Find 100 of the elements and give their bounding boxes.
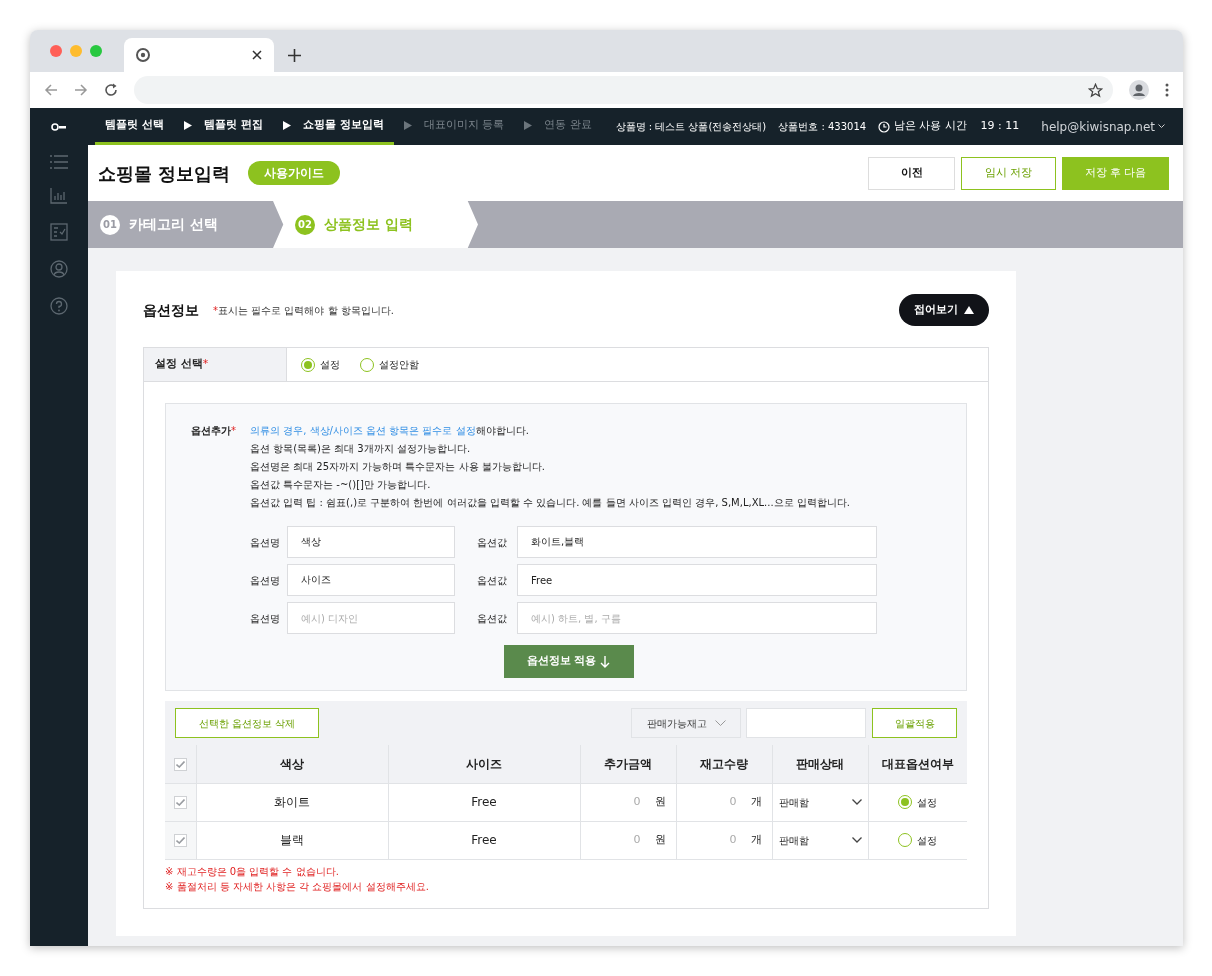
input-field[interactable]: 사이즈 xyxy=(287,564,455,596)
unit-label: 개 xyxy=(750,831,762,848)
checkbox[interactable] xyxy=(173,834,187,847)
table-cell: 블랙 xyxy=(196,821,388,859)
chevron-down-icon xyxy=(851,799,862,805)
radio-button[interactable] xyxy=(898,795,913,809)
checkbox[interactable] xyxy=(173,757,187,771)
bar-chart-icon[interactable] xyxy=(50,188,68,204)
user-circle-icon[interactable] xyxy=(50,260,68,278)
header-button[interactable]: 임시 저장 xyxy=(961,156,1056,190)
globe-icon xyxy=(136,48,150,62)
bulk-input-field[interactable] xyxy=(746,708,866,738)
chevron-down-icon xyxy=(851,837,862,843)
apply-option-button[interactable]: 옵션정보 적용 xyxy=(503,645,634,678)
number-value[interactable]: 0 xyxy=(633,831,641,849)
warning-note: ※ 재고수량은 0을 입력할 수 없습니다. xyxy=(165,864,340,879)
back-icon[interactable] xyxy=(44,83,58,97)
field-label: 옵션값 xyxy=(477,573,508,588)
bulk-apply-button[interactable]: 일괄적용 xyxy=(872,708,957,738)
required-mark: * xyxy=(231,425,236,436)
radio-label: 설정 xyxy=(917,833,938,848)
section-title: 옵션정보 xyxy=(143,300,199,320)
more-icon[interactable] xyxy=(1165,83,1169,97)
triangle-up-icon xyxy=(964,306,974,314)
guide-text: 옵션명은 최대 25자까지 가능하며 특수문자는 사용 불가능합니다. xyxy=(250,460,546,474)
radio-label: 설정안함 xyxy=(379,358,419,372)
close-icon[interactable] xyxy=(252,50,262,60)
input-field[interactable]: 예시) 디자인 xyxy=(287,602,455,634)
unit-label: 원 xyxy=(654,831,666,848)
guide-button[interactable]: 사용가이드 xyxy=(248,161,341,185)
guide-text: 옵션 항목(목록)은 최대 3개까지 설정가능합니다. xyxy=(250,442,472,456)
key-logo-icon xyxy=(51,122,67,131)
column-header: 추가금액 xyxy=(580,745,676,783)
column-header: 색상 xyxy=(196,745,388,783)
checklist-icon[interactable] xyxy=(50,223,68,241)
timer-label: 남은 사용 시간 xyxy=(893,118,967,135)
arrow-down-icon xyxy=(600,655,611,668)
table-cell: Free xyxy=(388,821,580,859)
progress-step: 템플릿 선택 xyxy=(105,116,164,134)
chevron-down-icon xyxy=(714,719,726,727)
column-header: 재고수량 xyxy=(676,745,772,783)
number-value[interactable]: 0 xyxy=(729,831,737,849)
checkbox[interactable] xyxy=(173,796,187,809)
progress-step: 연동 완료 xyxy=(544,116,592,134)
star-icon[interactable] xyxy=(1088,82,1103,98)
unit-label: 개 xyxy=(750,793,762,810)
profile-icon[interactable] xyxy=(1129,80,1149,100)
guide-text: 옵션값 입력 팁 : 쉼표(,)로 구분하여 한번에 여러값을 입력할 수 있습니다. 예를 들면 사이즈 입력인 경우, S,M,L,XL...으로 입력합니다. xyxy=(250,496,850,510)
column-header: 대표옵션여부 xyxy=(868,745,967,783)
input-field[interactable]: 색상 xyxy=(287,526,455,558)
radio-button[interactable] xyxy=(301,357,315,372)
maximize-window-icon[interactable] xyxy=(90,45,102,57)
radio-button[interactable] xyxy=(898,833,913,847)
list-icon[interactable] xyxy=(50,155,68,169)
header-button[interactable]: 이전 xyxy=(868,156,955,190)
highlight-text: 의류의 경우, 색상/사이즈 옵션 항목은 필수로 설정 xyxy=(250,424,476,438)
field-label: 옵션값 xyxy=(477,535,508,550)
column-header: 판매상태 xyxy=(772,745,868,783)
input-field[interactable]: Free xyxy=(517,564,877,596)
input-field[interactable]: 예시) 하트, 별, 구름 xyxy=(517,602,877,634)
status-dropdown[interactable]: 판매함 xyxy=(776,794,864,810)
input-field[interactable]: 화이트,블랙 xyxy=(517,526,877,558)
clock-icon xyxy=(877,120,890,133)
guide-text: 옵션값 특수문자는 -~()[]만 가능합니다. xyxy=(250,478,432,492)
progress-step: 대표이미지 등록 xyxy=(423,116,505,134)
collapse-button[interactable]: 접어보기 xyxy=(899,294,989,326)
field-label: 옵션명 xyxy=(250,535,281,550)
guide-text: 해야합니다. xyxy=(475,424,529,438)
radio-button[interactable] xyxy=(360,357,374,372)
delete-selected-button[interactable]: 선택한 옵션정보 삭제 xyxy=(175,708,320,738)
reload-icon[interactable] xyxy=(104,83,118,97)
field-label: 옵션값 xyxy=(477,611,508,626)
field-label: 옵션명 xyxy=(250,611,281,626)
chevron-down-icon xyxy=(1158,124,1165,129)
number-value[interactable]: 0 xyxy=(633,793,641,811)
close-window-icon[interactable] xyxy=(50,45,62,57)
product-number: 상품번호 : 433014 xyxy=(778,120,867,134)
column-header: 사이즈 xyxy=(388,745,580,783)
play-icon xyxy=(403,120,412,130)
radio-label: 설정 xyxy=(917,795,938,810)
product-name: 상품명 : 테스트 상품(전송전상태) xyxy=(615,120,767,134)
stock-dropdown[interactable]: 판매가능재고 xyxy=(631,708,741,738)
forward-icon[interactable] xyxy=(74,83,88,97)
help-icon[interactable] xyxy=(50,297,68,315)
remaining-time: 19 : 11 xyxy=(980,118,1020,135)
radio-label: 설정 xyxy=(320,358,340,372)
new-tab-icon[interactable] xyxy=(288,49,301,62)
status-dropdown[interactable]: 판매함 xyxy=(776,832,864,848)
warning-note: ※ 품절처리 등 자세한 사항은 각 쇼핑몰에서 설정해주세요. xyxy=(165,879,430,894)
wizard-step[interactable]: 01 카테고리 선택 xyxy=(88,201,273,248)
user-menu[interactable]: help@kiwisnap.net xyxy=(1041,117,1165,136)
required-mark: * xyxy=(213,303,218,318)
option-add-label: 옵션추가 xyxy=(191,425,231,436)
play-icon xyxy=(183,120,192,130)
header-button[interactable]: 저장 후 다음 xyxy=(1062,156,1169,190)
number-value[interactable]: 0 xyxy=(729,793,737,811)
required-mark: * xyxy=(202,356,209,373)
label-cell: 설정 선택* xyxy=(144,348,287,381)
wizard-step[interactable]: 02 상품정보 입력 xyxy=(273,201,478,248)
play-icon xyxy=(524,120,533,130)
